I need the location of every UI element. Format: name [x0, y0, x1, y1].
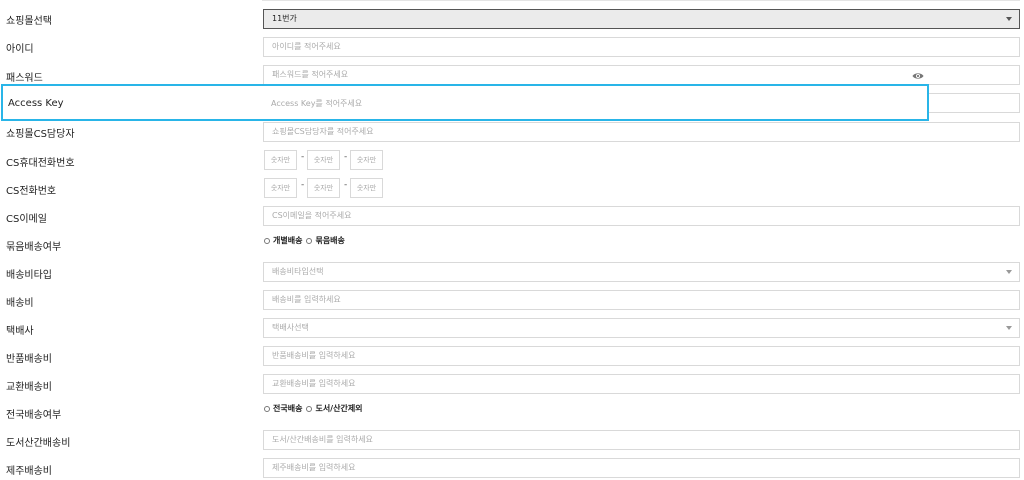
cs-mobile-label: CS휴대전화번호: [6, 158, 75, 169]
cs-email-label: CS이메일: [6, 214, 47, 225]
radio-island-exclude[interactable]: [306, 405, 313, 412]
cs-mobile-part3[interactable]: 숫자만: [350, 150, 383, 170]
bundle-shipping-label: 묶음배송여부: [6, 242, 62, 253]
id-label: 아이디: [6, 44, 34, 55]
shipping-type-label: 배송비타입: [6, 270, 52, 281]
courier-label: 택배사: [6, 326, 34, 337]
radio-island-exclude-label[interactable]: 도서/산간제외: [315, 403, 362, 414]
radio-individual[interactable]: [264, 237, 270, 244]
courier-placeholder: 택배사선택: [272, 323, 309, 332]
radio-nationwide-label[interactable]: 전국배송: [273, 403, 302, 414]
cs-manager-input[interactable]: 쇼핑몰CS담당자를 적어주세요: [263, 122, 1020, 142]
access-key-label: Access Key: [8, 98, 64, 109]
radio-individual-label[interactable]: 개별배송: [273, 235, 302, 246]
chevron-down-icon: [1006, 326, 1012, 330]
cs-phone-part1[interactable]: 숫자만: [264, 178, 297, 198]
exchange-fee-input[interactable]: 교환배송비를 입력하세요: [263, 374, 1020, 394]
shipping-type-placeholder: 배송비타입선택: [272, 267, 324, 276]
cs-phone-part2[interactable]: 숫자만: [307, 178, 340, 198]
return-fee-label: 반품배송비: [6, 354, 52, 365]
eye-icon[interactable]: [912, 72, 924, 80]
password-input[interactable]: 패스워드를 적어주세요: [263, 65, 1020, 85]
top-divider: [262, 0, 1020, 2]
cs-phone-part3[interactable]: 숫자만: [350, 178, 383, 198]
cs-mobile-part1[interactable]: 숫자만: [264, 150, 297, 170]
shipping-fee-label: 배송비: [6, 298, 34, 309]
cs-phone-sep: -: [344, 180, 348, 190]
radio-nationwide[interactable]: [264, 405, 270, 412]
cs-email-input[interactable]: CS이메일을 적어주세요: [263, 206, 1020, 226]
cs-mobile-part2[interactable]: 숫자만: [307, 150, 340, 170]
cs-mobile-sep: -: [301, 152, 305, 162]
island-fee-input[interactable]: 도서/산간배송비를 입력하세요: [263, 430, 1020, 450]
cs-mobile-sep: -: [344, 152, 348, 162]
nationwide-shipping-label: 전국배송여부: [6, 410, 62, 421]
access-key-row-highlight[interactable]: Access Key Access Key를 적어주세요: [1, 84, 929, 121]
mall-select-value: 11번가: [272, 14, 297, 23]
cs-manager-label: 쇼핑몰CS담당자: [6, 129, 75, 140]
shipping-type-select[interactable]: 배송비타입선택: [263, 262, 1020, 282]
id-input[interactable]: 아이디를 적어주세요: [263, 37, 1020, 57]
jeju-fee-label: 제주배송비: [6, 466, 52, 477]
access-key-input[interactable]: Access Key를 적어주세요: [271, 98, 362, 109]
password-label: 패스워드: [6, 73, 43, 84]
cs-phone-sep: -: [301, 180, 305, 190]
chevron-down-icon: [1006, 17, 1012, 21]
chevron-down-icon: [1006, 270, 1012, 274]
nationwide-shipping-radio-group: 전국배송 도서/산간제외: [264, 403, 367, 414]
courier-select[interactable]: 택배사선택: [263, 318, 1020, 338]
mall-label: 쇼핑몰선택: [6, 16, 52, 27]
radio-bundle-label[interactable]: 묶음배송: [315, 235, 344, 246]
cs-phone-label: CS전화번호: [6, 186, 57, 197]
radio-bundle[interactable]: [306, 237, 313, 244]
island-fee-label: 도서산간배송비: [6, 438, 71, 449]
jeju-fee-input[interactable]: 제주배송비를 입력하세요: [263, 458, 1020, 478]
exchange-fee-label: 교환배송비: [6, 382, 52, 393]
mall-select[interactable]: 11번가: [263, 9, 1020, 29]
bundle-shipping-radio-group: 개별배송 묶음배송: [264, 235, 349, 246]
shipping-fee-input[interactable]: 배송비를 입력하세요: [263, 290, 1020, 310]
return-fee-input[interactable]: 반품배송비를 입력하세요: [263, 346, 1020, 366]
